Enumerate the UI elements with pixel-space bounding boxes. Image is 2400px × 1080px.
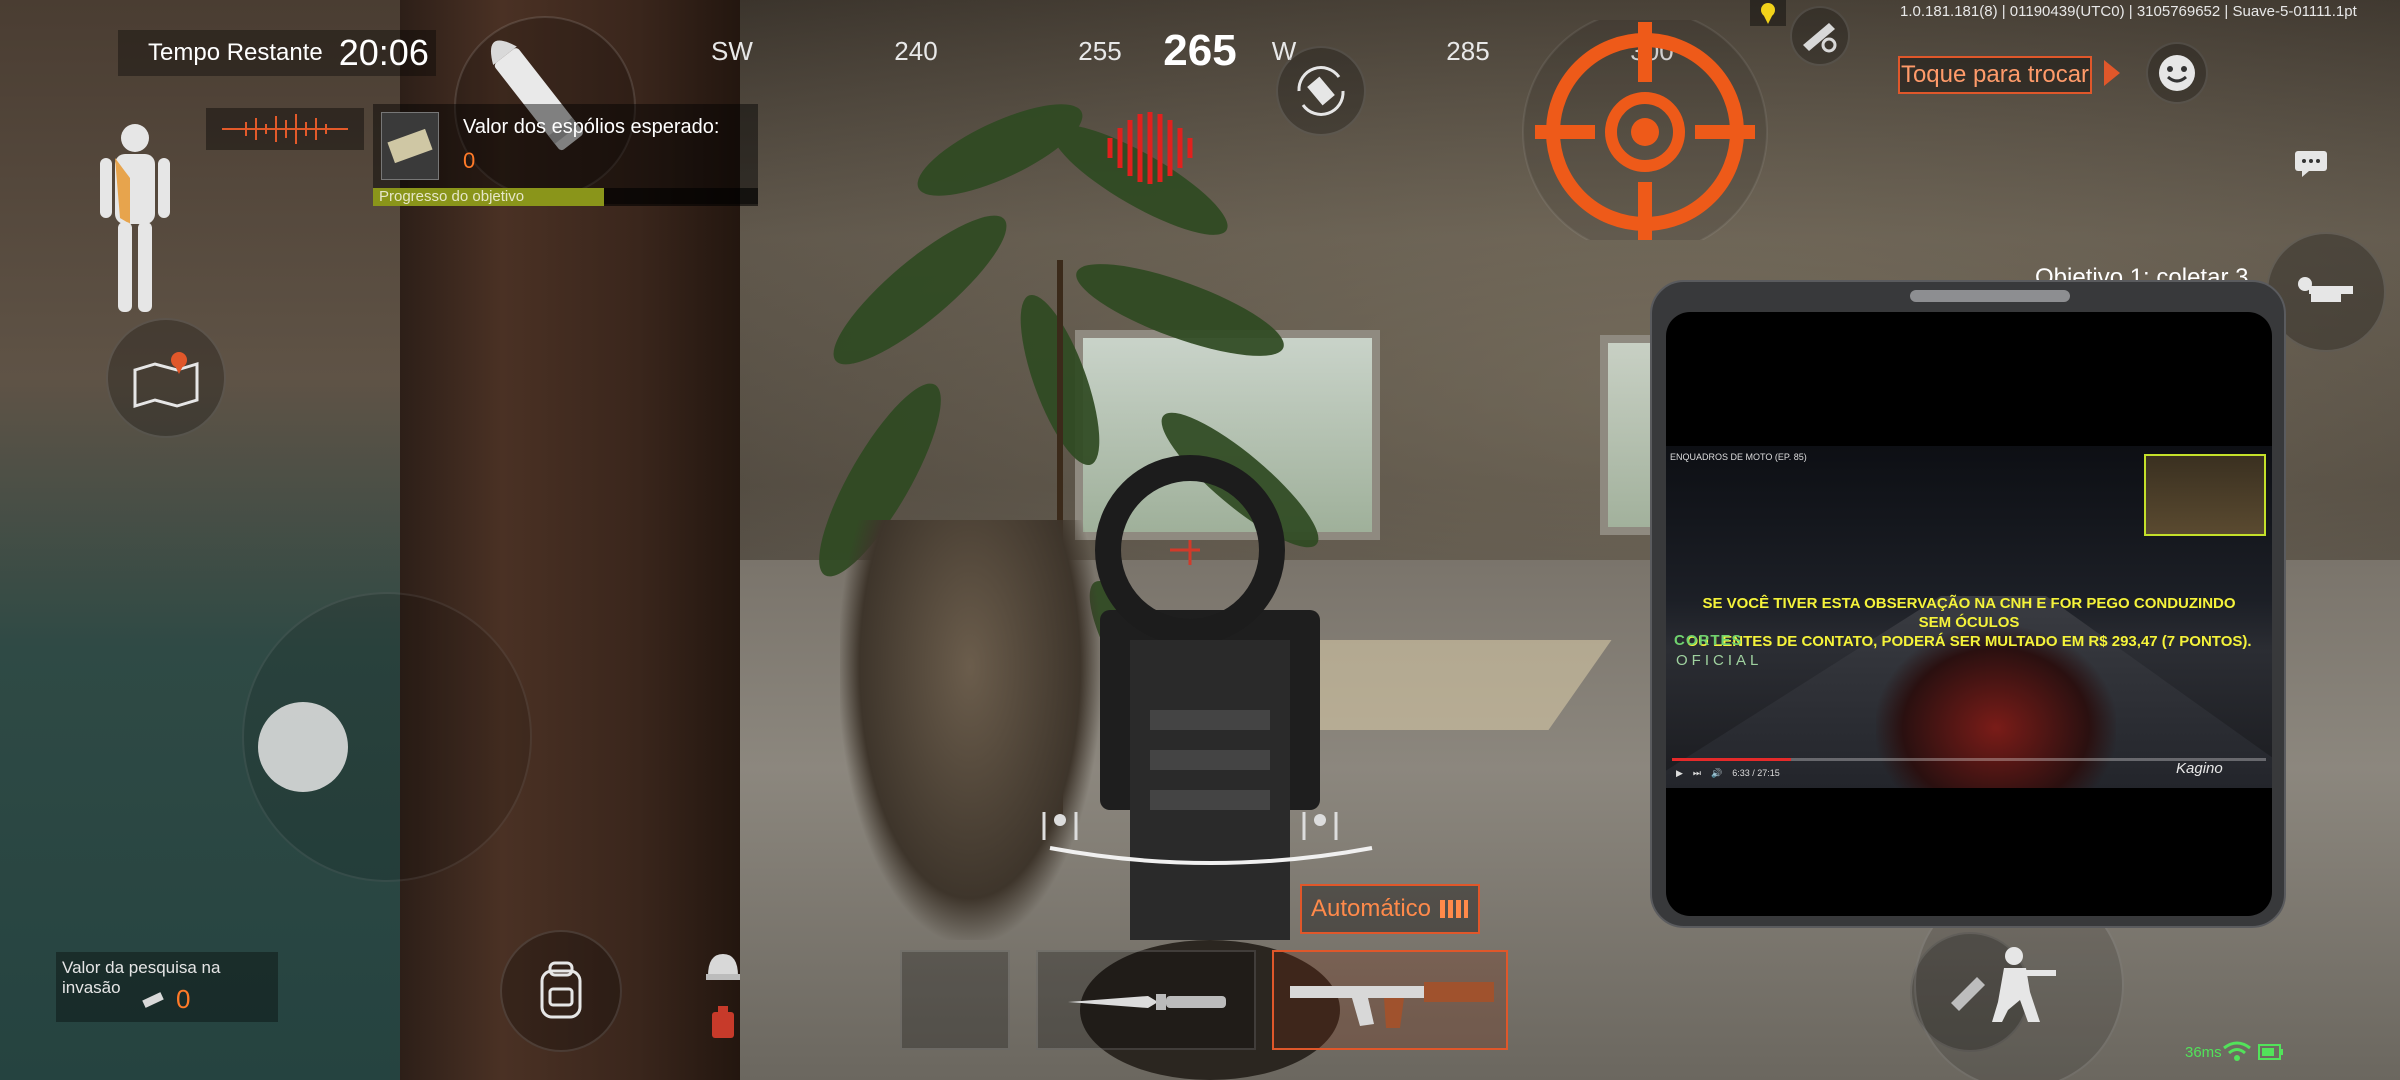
compass-label: 285 — [1446, 36, 1490, 66]
next-icon[interactable]: ⏭ — [1693, 768, 1701, 779]
streamer-webcam — [2144, 454, 2266, 536]
ping-value: 36ms — [2185, 1044, 2222, 1061]
lean-left-icon[interactable] — [1040, 808, 1080, 844]
video-subtitle-line: SE VOCÊ TIVER ESTA OBSERVAÇÃO NA CNH E F… — [1702, 595, 2236, 631]
channel-brand-sub: OFICIAL — [1676, 652, 1763, 669]
compass-label: 255 — [1078, 36, 1122, 66]
change-arrow-icon[interactable] — [2104, 60, 2120, 86]
window-drag-handle[interactable] — [1910, 290, 2070, 302]
weapon-inspect-icon — [1803, 23, 1837, 53]
backpack-button[interactable] — [500, 930, 622, 1052]
video-title: ENQUADROS DE MOTO (EP. 85) — [1670, 452, 1807, 462]
reload-button[interactable] — [1276, 46, 1366, 136]
bullets-icon — [1440, 900, 1469, 918]
weapon-inspect-button[interactable] — [1790, 6, 1850, 66]
play-icon[interactable]: ▶ — [1676, 768, 1683, 779]
compass-current-heading: 265 — [1163, 26, 1237, 75]
battery-icon — [2258, 1044, 2283, 1060]
lean-right-icon[interactable] — [1300, 808, 1340, 844]
emote-button[interactable] — [2146, 42, 2208, 104]
sound-wave-icon — [222, 114, 348, 144]
floating-video-window[interactable]: ENQUADROS DE MOTO (EP. 85) SE VOCÊ TIVER… — [1650, 280, 2286, 928]
medkit-icon[interactable] — [708, 1004, 738, 1040]
fire-mode-button[interactable]: Automático — [1300, 884, 1480, 934]
time-remaining-label: Tempo Restante — [148, 39, 323, 66]
compass-label: SW — [711, 36, 753, 66]
loot-value: 0 — [463, 148, 476, 173]
research-item-icon — [142, 992, 164, 1008]
location-pin-icon — [1750, 0, 1786, 26]
invasion-label: Valor da pesquisa na invasão — [62, 958, 221, 997]
fire-mode-label: Automático — [1310, 895, 1432, 922]
weapon-slot-rifle[interactable] — [1272, 950, 1508, 1050]
objective-progress-label: Progresso do objetivo — [379, 188, 525, 205]
video-time: 6:33 / 27:15 — [1732, 768, 1780, 778]
joystick-knob[interactable] — [258, 702, 348, 792]
prone-aim-icon — [2298, 277, 2353, 302]
video-subtitle: SE VOCÊ TIVER ESTA OBSERVAÇÃO NA CNH E F… — [1686, 594, 2252, 651]
time-remaining: Tempo Restante 20:06 — [118, 30, 436, 76]
smiley-icon — [2159, 55, 2195, 91]
fire-crosshair-button[interactable] — [1510, 20, 1780, 240]
video-progress-fill — [1672, 758, 1791, 761]
toggle-change-button[interactable]: Toque para trocar — [1898, 56, 2092, 94]
assault-rifle-icon — [1290, 982, 1494, 1028]
volume-icon[interactable]: 🔊 — [1711, 768, 1722, 779]
stamina-arc — [1049, 846, 1373, 865]
sound-indicator — [206, 108, 364, 150]
wifi-icon — [2223, 1041, 2251, 1061]
video-controls: ▶ ⏭ 🔊 6:33 / 27:15 — [1676, 768, 1780, 779]
loot-value-title: Valor dos espólios esperado: — [463, 116, 720, 138]
video-player[interactable]: ENQUADROS DE MOTO (EP. 85) SE VOCÊ TIVER… — [1666, 446, 2272, 788]
enemy-sound-marker-icon — [1107, 112, 1193, 184]
loot-cash-icon — [381, 112, 439, 180]
map-button[interactable] — [106, 318, 226, 438]
chat-icon[interactable] — [2294, 150, 2328, 178]
knife-icon — [1068, 994, 1226, 1010]
invasion-research-value: Valor da pesquisa na invasão 0 — [56, 952, 278, 1022]
body-status-icon[interactable] — [90, 118, 180, 318]
invasion-value: 0 — [176, 984, 191, 1014]
video-logo: Kagino — [2176, 760, 2223, 777]
map-icon — [133, 352, 199, 408]
compass-label: 240 — [894, 36, 938, 66]
backpack-icon — [540, 961, 582, 1019]
video-subtitle-line: OU LENTES DE CONTATO, PODERÁ SER MULTADO… — [1686, 633, 2252, 650]
left-wall — [0, 0, 420, 1080]
crouch-icon — [1992, 947, 2056, 1022]
loot-value-panel: Valor dos espólios esperado: 0 Progresso… — [373, 104, 758, 206]
helmet-icon[interactable] — [704, 950, 742, 984]
video-screen[interactable]: ENQUADROS DE MOTO (EP. 85) SE VOCÊ TIVER… — [1666, 312, 2272, 916]
objective-progress-bar: Progresso do objetivo — [373, 188, 758, 206]
weapon-slot-knife[interactable] — [1036, 950, 1256, 1050]
time-remaining-value: 20:06 — [338, 32, 429, 73]
channel-brand: CORTES — [1674, 632, 1743, 649]
reload-icon — [1297, 66, 1345, 116]
weapon-slot-empty[interactable] — [900, 950, 1010, 1050]
build-version: 1.0.181.181(8) | 01190439(UTC0) | 310576… — [1900, 3, 2357, 20]
